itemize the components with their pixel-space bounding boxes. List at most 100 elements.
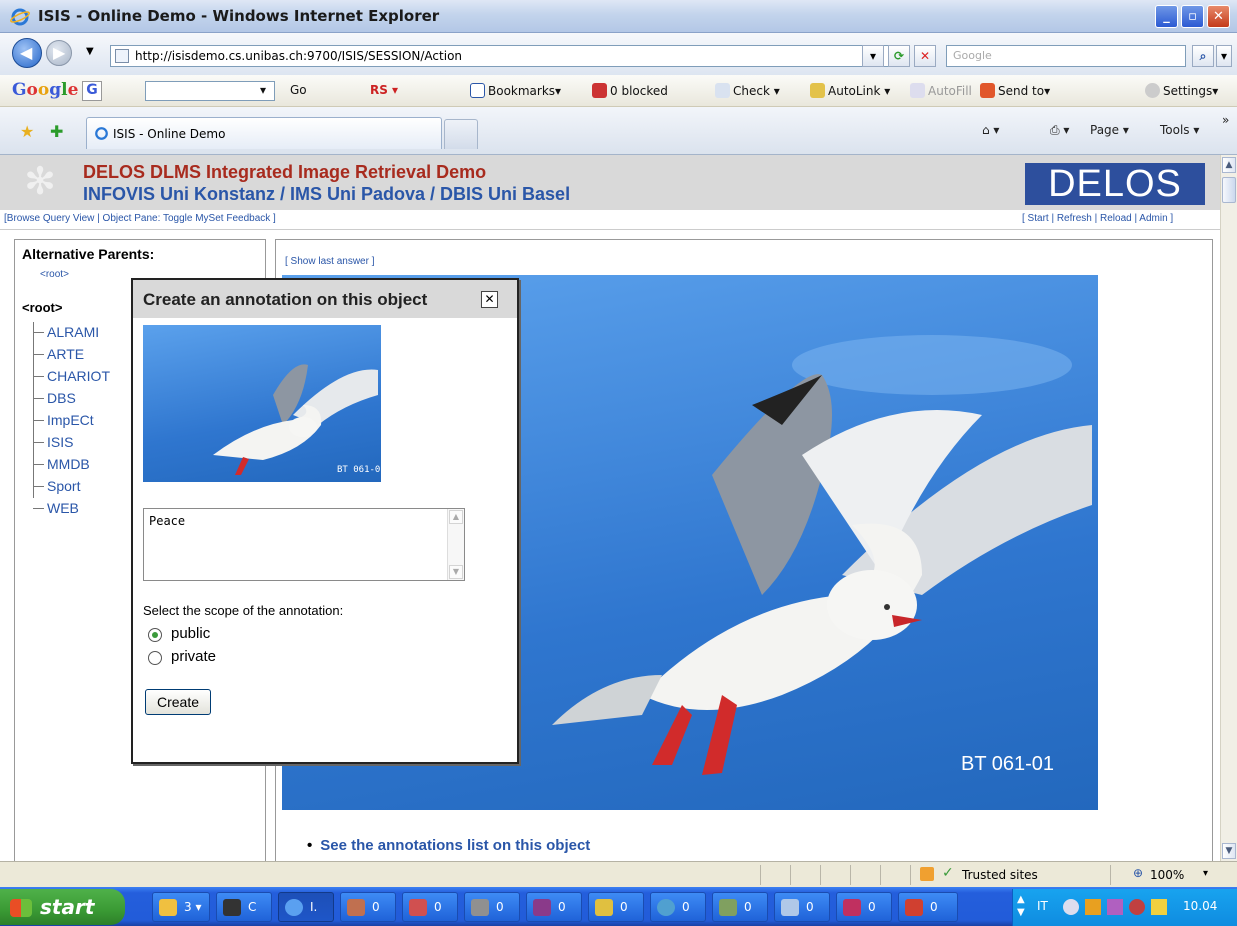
favorites-star-icon[interactable]: ★ [20,122,34,141]
bookmarks-button[interactable]: Bookmarks▾ [470,83,561,98]
wand-icon [810,83,825,98]
tree-item-alrami[interactable]: ALRAMI [33,324,99,340]
status-divider [910,865,911,885]
maximize-button[interactable]: ▫ [1181,5,1204,28]
star-icon [470,83,485,98]
radio-public-label[interactable]: public [171,625,210,642]
page-scroll-up-icon[interactable]: ▲ [1222,157,1236,173]
view-links[interactable]: [Browse Query View | Object Pane: Toggle… [4,213,276,224]
tree-item-isis[interactable]: ISIS [33,434,73,450]
popup-blocker-button[interactable]: 0 blocked [592,83,668,98]
scroll-down-icon[interactable]: ▼ [449,565,463,579]
tree-item-chariot[interactable]: CHARIOT [33,368,110,384]
annotations-list-link[interactable]: See the annotations list on this object [307,837,590,854]
task-app[interactable]: 0 [588,892,644,922]
history-dropdown-icon[interactable]: ▼ [86,46,94,57]
task-folders[interactable]: 3 ▾ [152,892,210,922]
google-g-icon[interactable]: G [82,81,102,101]
google-search-input[interactable] [145,81,275,101]
google-dropdown-icon[interactable]: ▾ [260,83,266,97]
textarea-scrollbar[interactable]: ▲ ▼ [447,509,464,580]
start-label: start [40,895,95,919]
page-scrollbar[interactable]: ▲ ▼ [1220,155,1237,861]
tree-item-sport[interactable]: Sport [33,478,80,494]
home-icon[interactable]: ⌂ ▾ [982,123,999,137]
scroll-up-icon[interactable]: ▲ [449,510,463,524]
stop-button[interactable]: ✕ [914,45,936,67]
tray-icon[interactable] [1063,899,1079,915]
chevron-more-icon[interactable]: » [1222,113,1229,127]
search-options-button[interactable]: ▾ [1216,45,1232,67]
tree-item-arte[interactable]: ARTE [33,346,84,362]
tree-item-impect[interactable]: ImpECt [33,412,94,428]
task-ie[interactable]: I. [278,892,334,922]
task-app[interactable]: 0 [650,892,706,922]
close-button[interactable]: ✕ [1207,5,1230,28]
task-app[interactable]: 0 [712,892,768,922]
tray-icon[interactable] [1085,899,1101,915]
task-app[interactable]: 0 [836,892,892,922]
refresh-button[interactable]: ⟳ [888,45,910,67]
radio-private-label[interactable]: private [171,648,216,665]
address-url: http://isisdemo.cs.unibas.ch:9700/ISIS/S… [135,49,463,63]
google-go-button[interactable]: Go [290,83,307,97]
task-app[interactable]: 0 [402,892,458,922]
settings-button[interactable]: Settings▾ [1145,83,1218,98]
google-logo: Google [12,80,79,100]
tray-icon[interactable] [1107,899,1123,915]
taskbar: start 3 ▾ C I. 0 0 0 0 0 0 0 0 0 0 ▲ ▼ ΙΤ… [0,887,1237,926]
search-input[interactable]: Google [946,45,1186,67]
app-icon [533,899,551,916]
start-button[interactable]: start [0,889,125,925]
minimize-button[interactable]: _ [1155,5,1178,28]
annotation-textarea[interactable]: Peace ▲ ▼ [143,508,465,581]
tab-isis[interactable]: ISIS - Online Demo [86,117,442,149]
tree-item-dbs[interactable]: DBS [33,390,76,406]
tray-icon[interactable] [1151,899,1167,915]
page-scroll-down-icon[interactable]: ▼ [1222,843,1236,859]
page-menu[interactable]: Page ▾ [1090,123,1129,137]
zoom-level[interactable]: 100% [1150,868,1184,882]
scope-label: Select the scope of the annotation: [143,603,344,618]
tree-item-mmdb[interactable]: MMDB [33,456,90,472]
address-input[interactable]: http://isisdemo.cs.unibas.ch:9700/ISIS/S… [110,45,906,67]
ie-logo-icon [10,8,30,26]
search-button[interactable]: ⌕ [1192,45,1214,67]
tools-menu[interactable]: Tools ▾ [1160,123,1199,137]
task-cmd[interactable]: C [216,892,272,922]
task-app[interactable]: 0 [340,892,396,922]
autolink-button[interactable]: AutoLink ▾ [810,83,890,98]
radio-private[interactable] [148,651,162,665]
sendto-button[interactable]: Send to▾ [980,83,1050,98]
tree-item-web[interactable]: WEB [33,500,79,516]
annotation-dialog: Create an annotation on this object ✕ BT… [131,278,519,764]
task-app[interactable]: 0 [464,892,520,922]
autofill-button[interactable]: AutoFill [910,83,972,98]
task-app[interactable]: 0 [526,892,582,922]
back-button[interactable]: ◀ [12,38,42,68]
tray-icon[interactable] [1129,899,1145,915]
address-dropdown-button[interactable]: ▾ [862,45,884,67]
app-icon [347,899,365,916]
language-indicator[interactable]: ΙΤ [1037,899,1048,913]
task-app[interactable]: 0 [774,892,830,922]
zone-label[interactable]: Trusted sites [962,868,1038,882]
spellcheck-button[interactable]: Check ▾ [715,83,780,98]
task-app[interactable]: 0 [898,892,958,922]
root-node[interactable]: <root> [22,300,62,315]
zoom-dropdown-icon[interactable]: ▾ [1203,868,1208,879]
admin-links[interactable]: [ Start | Refresh | Reload | Admin ] [1022,213,1173,224]
new-tab-button[interactable] [444,119,478,149]
rs-icon[interactable]: RS ▾ [370,83,398,97]
add-favorites-icon[interactable]: ✚ [50,122,63,141]
dialog-close-button[interactable]: ✕ [481,291,498,308]
print-icon[interactable]: ⎙ ▾ [1050,123,1069,138]
page-scroll-thumb[interactable] [1222,177,1236,203]
alt-root-link[interactable]: <root> [40,269,69,280]
tray-scroll-icon[interactable]: ▲ ▼ [1017,893,1025,919]
radio-public[interactable] [148,628,162,642]
forward-button[interactable]: ▶ [46,40,72,66]
clock[interactable]: 10.04 [1183,899,1217,913]
create-button[interactable]: Create [145,689,211,715]
show-last-answer-link[interactable]: [ Show last answer ] [285,256,374,267]
